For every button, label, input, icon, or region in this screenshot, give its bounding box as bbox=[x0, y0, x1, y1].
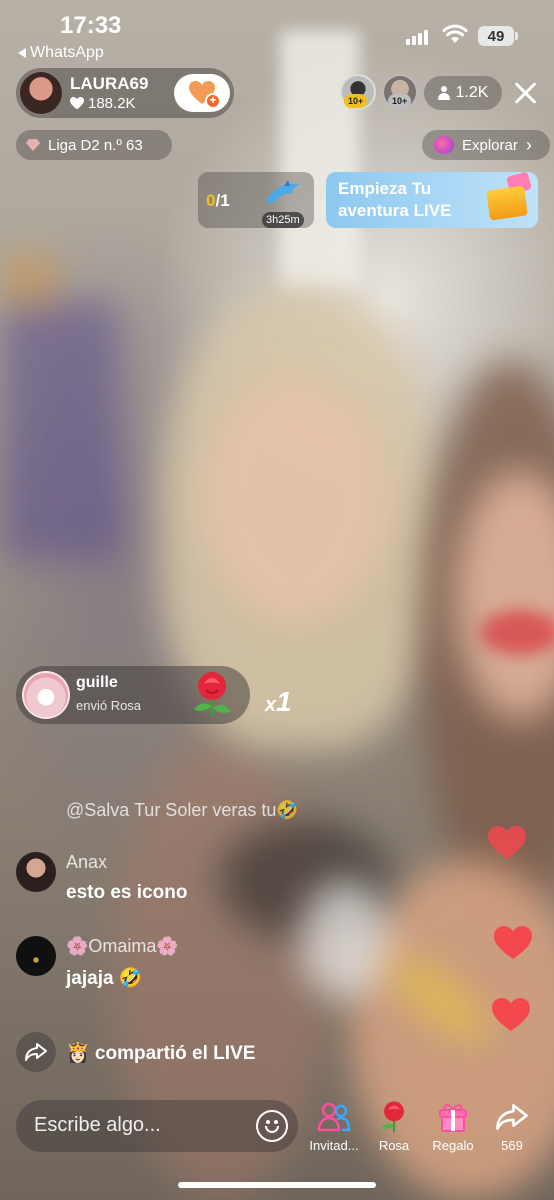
rose-icon bbox=[381, 1101, 404, 1133]
invite-guests-icon bbox=[317, 1102, 351, 1132]
battery-indicator: 49 bbox=[478, 26, 518, 46]
share-icon bbox=[496, 1104, 528, 1130]
comment-input-placeholder: Escribe algo... bbox=[34, 1114, 161, 1136]
rose-icon bbox=[194, 672, 230, 716]
cellular-signal-icon bbox=[406, 30, 428, 45]
planet-icon bbox=[434, 136, 454, 154]
share-button[interactable]: 569 bbox=[482, 1100, 542, 1153]
heart-plus-icon: + bbox=[189, 81, 221, 109]
diamond-icon bbox=[26, 139, 40, 151]
gift-sender-name: guille bbox=[76, 674, 118, 691]
gift-sender-avatar[interactable] bbox=[22, 671, 70, 719]
comment-text: esto es icono bbox=[66, 882, 188, 903]
back-to-app-link[interactable]: WhatsApp bbox=[18, 44, 104, 62]
emoji-icon[interactable] bbox=[256, 1110, 288, 1142]
back-arrow-icon bbox=[18, 48, 26, 58]
comment-faded: @Salva Tur Soler veras tu🤣 bbox=[66, 800, 299, 820]
comment-input[interactable]: Escribe algo... bbox=[16, 1100, 298, 1152]
promo-text: Empieza Tu aventura LIVE bbox=[338, 179, 452, 220]
commenter-name[interactable]: 🌸Omaima🌸 bbox=[66, 936, 179, 957]
gift-button[interactable]: Regalo bbox=[423, 1100, 483, 1153]
close-icon[interactable] bbox=[510, 78, 540, 108]
host-likes-count: 188.2K bbox=[88, 95, 136, 112]
challenge-timer: 3h25m bbox=[262, 212, 304, 228]
status-bar: 17:33 WhatsApp 49 bbox=[0, 0, 554, 66]
comment-text: jajaja 🤣 bbox=[66, 968, 143, 989]
share-count: 569 bbox=[501, 1138, 523, 1153]
host-name: LAURA69 bbox=[70, 74, 149, 93]
chevron-right-icon: › bbox=[525, 134, 532, 155]
host-avatar[interactable] bbox=[19, 71, 63, 115]
person-icon bbox=[437, 86, 450, 100]
gift-combo-number: 1 bbox=[276, 686, 292, 717]
explore-button[interactable]: Explorar › bbox=[422, 130, 550, 160]
viewer-count-label: 1.2K bbox=[455, 84, 489, 101]
challenge-card[interactable]: 0/1 3h25m bbox=[198, 172, 314, 228]
rose-label: Rosa bbox=[378, 1138, 410, 1153]
commenter-name[interactable]: Anax bbox=[66, 852, 107, 873]
host-profile-pill[interactable]: LAURA69 188.2K + bbox=[16, 68, 234, 118]
gift-action-text: envió Rosa bbox=[76, 698, 142, 713]
follow-host-button[interactable]: + bbox=[174, 74, 230, 112]
gift-combo-prefix: x bbox=[265, 694, 277, 716]
league-rank-pill[interactable]: Liga D2 n.º 63 bbox=[16, 130, 172, 160]
commenter-avatar[interactable] bbox=[16, 852, 56, 892]
viewer-rank-badge: 10+ bbox=[388, 94, 412, 108]
challenge-total: /1 bbox=[215, 191, 230, 210]
share-arrow-icon bbox=[16, 1032, 56, 1072]
invite-guests-button[interactable]: Invitad... bbox=[304, 1100, 364, 1153]
challenge-progress: 0/1 bbox=[206, 191, 230, 211]
heart-icon bbox=[70, 97, 84, 110]
invite-guests-label: Invitad... bbox=[309, 1138, 359, 1153]
commenter-avatar[interactable] bbox=[16, 936, 56, 976]
viewer-rank-badge: 10+ bbox=[344, 94, 368, 108]
viewer-count-button[interactable]: 1.2K bbox=[424, 76, 502, 110]
wifi-icon bbox=[442, 24, 468, 43]
share-event-text: 👸🏻 compartió el LIVE bbox=[66, 1043, 256, 1064]
explore-label: Explorar bbox=[462, 136, 518, 154]
home-indicator[interactable] bbox=[178, 1182, 376, 1188]
dolphin-icon bbox=[266, 180, 300, 204]
league-label: Liga D2 n.º 63 bbox=[48, 136, 143, 154]
send-rose-button[interactable]: Rosa bbox=[364, 1100, 424, 1153]
promo-banner[interactable]: Empieza Tu aventura LIVE bbox=[326, 171, 538, 228]
gift-combo-count: x1 bbox=[265, 686, 292, 718]
host-likes: 188.2K bbox=[70, 95, 136, 112]
back-app-label: WhatsApp bbox=[30, 44, 104, 61]
gift-label: Regalo bbox=[432, 1138, 474, 1153]
gift-icon bbox=[439, 1104, 467, 1132]
treasure-box-icon bbox=[486, 185, 528, 221]
status-time: 17:33 bbox=[60, 12, 122, 39]
